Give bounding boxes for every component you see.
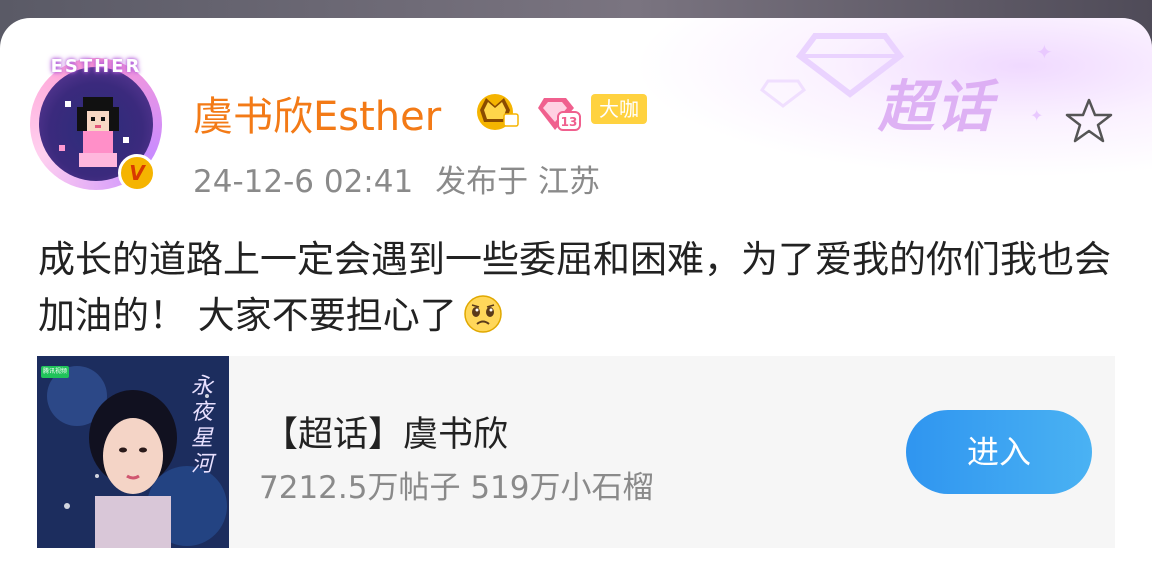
post-location: 发布于 江苏	[435, 164, 601, 200]
enter-button[interactable]: 进入	[906, 410, 1092, 494]
level-number: 13	[561, 115, 578, 129]
avatar[interactable]: ESTHER V	[30, 56, 162, 192]
chaohua-watermark: 超话	[878, 75, 994, 140]
topic-card[interactable]: 腾讯视频 永夜星河 【超话】虞书欣 7212.5万帖子 519万小石榴 进入	[37, 356, 1115, 548]
daka-badge[interactable]: 大咖	[591, 94, 647, 124]
verified-mark: V	[129, 161, 145, 185]
username[interactable]: 虞书欣Esther	[193, 84, 441, 142]
star-outline-icon[interactable]	[1062, 96, 1116, 146]
verified-v-icon: V	[118, 154, 156, 192]
post-timestamp: 24-12-6 02:41	[193, 164, 414, 200]
topic-title: 【超话】虞书欣	[263, 415, 509, 455]
poster-title: 永夜星河	[191, 374, 214, 477]
avatar-label: ESTHER	[50, 56, 142, 77]
post-text: 成长的道路上一定会遇到一些委屈和困难，为了爱我的你们我也会加油的！ 大家不要担心…	[38, 232, 1128, 344]
poster-logo: 腾讯视频	[42, 368, 67, 375]
crown-badge-icon[interactable]	[466, 88, 524, 132]
sparkle-icon: ✦	[1030, 106, 1044, 125]
topic-stats: 7212.5万帖子 519万小石榴	[259, 470, 654, 506]
gem-level-icon[interactable]: 13	[536, 90, 582, 134]
topic-thumbnail: 腾讯视频 永夜星河	[37, 356, 229, 548]
gem-watermark-small-icon	[760, 79, 806, 108]
post-meta: 24-12-6 02:41 发布于 江苏	[193, 156, 600, 201]
crying-face-emoji	[464, 295, 502, 333]
sparkle-icon: ✦	[1036, 40, 1053, 64]
post-body: 成长的道路上一定会遇到一些委屈和困难，为了爱我的你们我也会加油的！ 大家不要担心…	[38, 238, 1111, 337]
post-card: ✦ ✦ 超话 ESTHER V 虞书欣Esther 13 大咖 24-12-6 …	[0, 18, 1152, 579]
